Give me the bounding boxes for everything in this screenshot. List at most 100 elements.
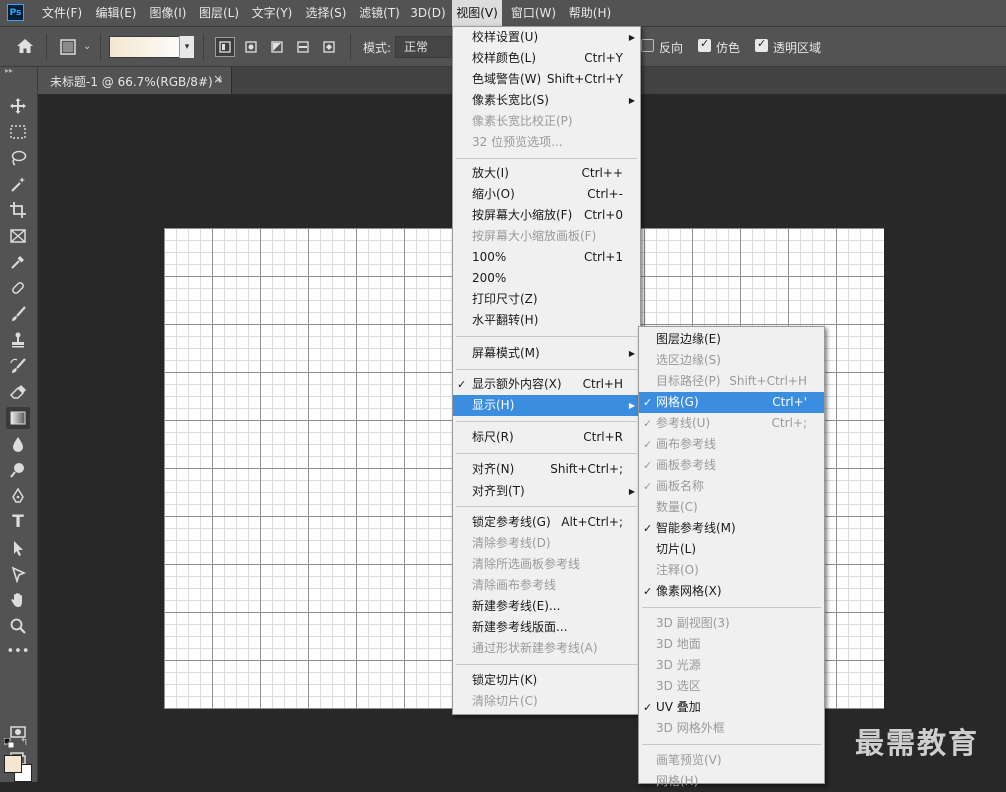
menu-layer[interactable]: 图层(L) — [195, 0, 243, 26]
menu-item-snap-to[interactable]: 对齐到(T) ▶ — [453, 481, 640, 502]
submenu-item-slices[interactable]: 切片(L) — [639, 539, 824, 560]
checkmark-icon: ✓ — [643, 701, 653, 714]
menu-image[interactable]: 图像(I) — [144, 0, 192, 26]
eyedropper-tool-icon[interactable] — [6, 251, 30, 273]
submenu-arrow-icon: ▶ — [628, 33, 635, 42]
quick-mask-icon[interactable] — [6, 721, 30, 743]
path-selection-tool-icon[interactable] — [6, 537, 30, 559]
submenu-item-layer-edges[interactable]: 图层边缘(E) — [639, 329, 824, 350]
tools-panel: ▸▸ T ••• ↰ — [0, 67, 38, 782]
close-icon[interactable]: × — [213, 72, 223, 86]
menu-item-gamut-warning[interactable]: 色域警告(W) Shift+Ctrl+Y — [453, 69, 640, 90]
panel-collapse-icon[interactable]: ▸▸ — [5, 67, 33, 75]
submenu-item-3d-lights: 3D 光源 — [656, 658, 701, 672]
menu-item-proof-colors[interactable]: 校样颜色(L) Ctrl+Y — [453, 48, 640, 69]
menu-item-new-guide[interactable]: 新建参考线(E)... — [453, 596, 640, 617]
document-tab[interactable]: 未标题-1 @ 66.7%(RGB/8#) * × — [38, 67, 232, 94]
submenu-item-grid[interactable]: ✓ 网格(G) Ctrl+' — [639, 392, 824, 413]
home-icon[interactable] — [14, 36, 36, 56]
submenu-item-pixel-grid[interactable]: ✓ 像素网格(X) — [639, 581, 824, 602]
menu-filter[interactable]: 滤镜(T) — [355, 0, 404, 26]
menu-view[interactable]: 视图(V) — [452, 0, 502, 26]
magic-wand-tool-icon[interactable] — [6, 173, 30, 195]
menu-item-flip-horizontal[interactable]: 水平翻转(H) — [453, 310, 640, 331]
brush-tool-icon[interactable] — [6, 303, 30, 325]
menu-item-screen-mode[interactable]: 屏幕模式(M) ▶ — [453, 343, 640, 364]
checkmark-icon: ✓ — [457, 378, 467, 391]
diamond-gradient-button[interactable] — [319, 37, 339, 57]
submenu-item-count: 数量(C) — [656, 500, 698, 514]
chevron-down-icon[interactable]: ▾ — [179, 36, 194, 58]
mode-select[interactable]: 正常 — [395, 36, 455, 58]
pen-tool-icon[interactable] — [6, 485, 30, 507]
tool-preset-icon[interactable] — [60, 39, 76, 55]
eraser-tool-icon[interactable] — [6, 381, 30, 403]
menu-item-zoom-in[interactable]: 放大(I) Ctrl++ — [453, 163, 640, 184]
checkmark-icon: ✓ — [643, 417, 653, 430]
zoom-tool-icon[interactable] — [6, 615, 30, 637]
foreground-color-swatch[interactable] — [4, 755, 22, 773]
lasso-tool-icon[interactable] — [6, 147, 30, 169]
submenu-item-artboard-names: ✓ 画板名称 — [639, 476, 824, 497]
reflected-gradient-button[interactable] — [293, 37, 313, 57]
menu-file[interactable]: 文件(F) — [36, 0, 88, 26]
move-tool-icon[interactable] — [6, 95, 30, 117]
menu-edit[interactable]: 编辑(E) — [91, 0, 141, 26]
menu-item-snap[interactable]: 对齐(N) Shift+Ctrl+; — [453, 459, 640, 480]
menu-item-proof-setup[interactable]: 校样设置(U) ▶ — [453, 27, 640, 48]
type-tool-icon[interactable]: T — [6, 511, 30, 533]
menu-item-200-percent[interactable]: 200% — [453, 268, 640, 289]
dither-checkbox[interactable] — [698, 37, 711, 52]
checkmark-icon: ✓ — [643, 396, 653, 409]
clone-stamp-tool-icon[interactable] — [6, 329, 30, 351]
chevron-down-icon[interactable]: ⌄ — [83, 41, 91, 52]
submenu-item-smart-guides[interactable]: ✓ 智能参考线(M) — [639, 518, 824, 539]
submenu-item-selection-edges: 选区边缘(S) — [656, 353, 721, 367]
menu-item-new-guide-layout[interactable]: 新建参考线版面... — [453, 617, 640, 638]
menu-item-show[interactable]: 显示(H) ▶ — [453, 395, 640, 416]
transparency-checkbox[interactable] — [755, 37, 768, 52]
menu-type[interactable]: 文字(Y) — [247, 0, 297, 26]
menu-separator — [456, 453, 637, 454]
frame-tool-icon[interactable] — [6, 225, 30, 247]
menu-item-zoom-out[interactable]: 缩小(O) Ctrl+- — [453, 184, 640, 205]
menu-separator — [456, 664, 637, 665]
shape-tool-icon[interactable] — [6, 563, 30, 585]
submenu-arrow-icon: ▶ — [628, 401, 635, 410]
gradient-tool-icon[interactable] — [6, 407, 30, 429]
more-tools-icon[interactable]: ••• — [6, 641, 30, 663]
menu-item-lock-slices[interactable]: 锁定切片(K) — [453, 670, 640, 691]
menu-separator — [642, 607, 821, 608]
crop-tool-icon[interactable] — [6, 199, 30, 221]
reverse-checkbox[interactable] — [641, 39, 654, 52]
blur-tool-icon[interactable] — [6, 433, 30, 455]
dodge-tool-icon[interactable] — [6, 459, 30, 481]
menu-window[interactable]: 窗口(W) — [507, 0, 560, 26]
radial-gradient-button[interactable] — [241, 37, 261, 57]
menu-item-print-size[interactable]: 打印尺寸(Z) — [453, 289, 640, 310]
menu-item-rulers[interactable]: 标尺(R) Ctrl+R — [453, 427, 640, 448]
menu-help[interactable]: 帮助(H) — [564, 0, 616, 26]
document-tab-title: 未标题-1 @ 66.7%(RGB/8#) * — [50, 75, 223, 89]
menu-item-clear-artboard-guides: 清除所选画板参考线 — [472, 557, 581, 571]
angle-gradient-button[interactable] — [267, 37, 287, 57]
healing-brush-tool-icon[interactable] — [6, 277, 30, 299]
menu-item-fit-screen[interactable]: 按屏幕大小缩放(F) Ctrl+0 — [453, 205, 640, 226]
marquee-tool-icon[interactable] — [6, 121, 30, 143]
menu-item-100-percent[interactable]: 100% Ctrl+1 — [453, 247, 640, 268]
checkmark-icon: ✓ — [643, 585, 653, 598]
menu-separator — [456, 369, 637, 370]
checkmark-icon: ✓ — [643, 438, 653, 451]
menu-select[interactable]: 选择(S) — [301, 0, 351, 26]
menu-item-lock-guides[interactable]: 锁定参考线(G) Alt+Ctrl+; — [453, 512, 640, 533]
checkmark-icon: ✓ — [643, 459, 653, 472]
menu-item-guides-from-shape: 通过形状新建参考线(A) — [472, 641, 598, 655]
menu-item-extras[interactable]: ✓ 显示额外内容(X) Ctrl+H — [453, 374, 640, 395]
hand-tool-icon[interactable] — [6, 589, 30, 611]
submenu-arrow-icon: ▶ — [628, 349, 635, 358]
linear-gradient-button[interactable] — [215, 37, 235, 57]
menu-item-pixel-aspect-ratio[interactable]: 像素长宽比(S) ▶ — [453, 90, 640, 111]
history-brush-tool-icon[interactable] — [6, 355, 30, 377]
submenu-item-uv-overlay[interactable]: ✓ UV 叠加 — [639, 697, 824, 718]
menu-3d[interactable]: 3D(D) — [407, 0, 449, 26]
